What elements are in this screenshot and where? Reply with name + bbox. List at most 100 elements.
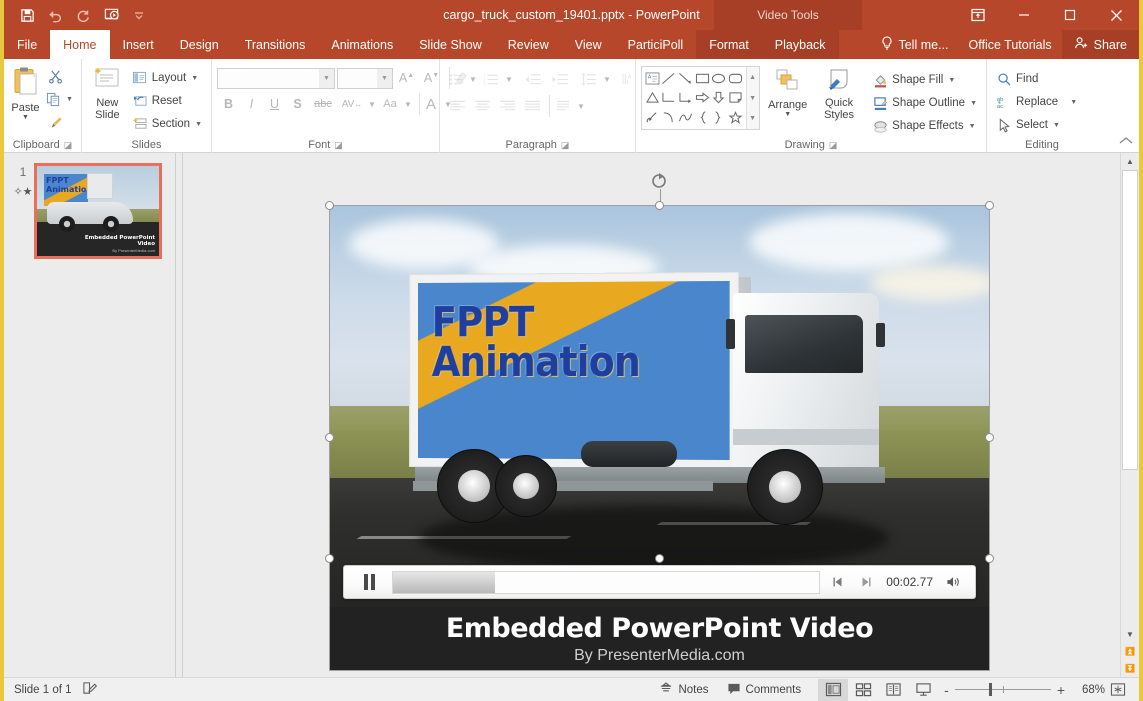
tell-me-box[interactable]: Tell me... [871, 30, 958, 59]
shape-arc[interactable] [661, 108, 678, 127]
collapse-ribbon-button[interactable] [1119, 136, 1133, 149]
shape-line[interactable] [661, 69, 678, 88]
reading-view-button[interactable] [878, 679, 908, 701]
chevron-down-icon[interactable]: ▼ [403, 93, 413, 115]
thumbnail-preview[interactable]: FPPTAnimation Embedded PowerPoint Video … [34, 163, 162, 259]
chevron-down-icon[interactable]: ▼ [504, 68, 514, 90]
zoom-in-button[interactable]: + [1057, 685, 1065, 695]
columns-button[interactable] [549, 95, 575, 117]
chevron-down-icon[interactable]: ▼ [319, 69, 334, 88]
chevron-down-icon[interactable]: ▼ [377, 69, 392, 88]
shapes-gallery[interactable]: A [641, 66, 760, 130]
font-color-button[interactable]: A [419, 93, 442, 115]
tab-slide-show[interactable]: Slide Show [406, 30, 495, 59]
chevron-down-icon[interactable]: ▼ [468, 68, 478, 90]
tab-format[interactable]: Format [696, 30, 762, 59]
save-icon[interactable] [14, 3, 40, 27]
present-icon[interactable] [98, 3, 124, 27]
ribbon-display-options-icon[interactable] [955, 0, 1001, 30]
scroll-down-icon[interactable]: ▼ [1121, 626, 1139, 643]
bold-button[interactable]: B [217, 93, 240, 115]
tab-animations[interactable]: Animations [318, 30, 406, 59]
align-left-button[interactable] [445, 95, 469, 117]
video-playback-controls[interactable]: 00:02.77 [343, 565, 976, 599]
justify-button[interactable] [520, 95, 544, 117]
chevron-down-icon[interactable]: ▼ [784, 111, 791, 118]
shape-right-arrow[interactable] [694, 88, 711, 107]
thumbnail-item-1[interactable]: 1 ✧★ FPPTAnimation Embedded PowerPoint [4, 163, 175, 259]
comments-button[interactable]: Comments [718, 678, 811, 701]
tab-design[interactable]: Design [167, 30, 232, 59]
tab-view[interactable]: View [562, 30, 615, 59]
chevron-down-icon[interactable]: ▼ [66, 96, 73, 103]
dialog-launcher-icon[interactable]: ◪ [561, 137, 570, 153]
bullets-button[interactable] [445, 68, 467, 90]
shape-elbow-connector[interactable] [661, 88, 678, 107]
slide-canvas[interactable]: FPPT Animation [329, 205, 990, 671]
chevron-down-icon[interactable]: ▼ [602, 68, 612, 90]
shape-rounded-rectangle[interactable] [727, 69, 744, 88]
copy-button[interactable]: ▼ [42, 88, 76, 110]
chevron-down-icon[interactable]: ▼ [969, 123, 976, 130]
format-painter-button[interactable] [42, 111, 68, 133]
increase-indent-button[interactable] [546, 68, 572, 90]
chevron-down-icon[interactable] [126, 3, 152, 27]
slide-editing-stage[interactable]: FPPT Animation [176, 153, 1120, 677]
maximize-icon[interactable] [1047, 0, 1093, 30]
move-back-button[interactable] [826, 576, 852, 588]
tab-file[interactable]: File [4, 30, 50, 59]
pane-divider[interactable] [182, 153, 183, 677]
reset-button[interactable]: Reset [128, 90, 206, 112]
volume-icon[interactable] [941, 575, 967, 589]
dialog-launcher-icon[interactable]: ◪ [829, 137, 838, 153]
chevron-down-icon[interactable]: ▼ [1053, 122, 1060, 129]
shape-arrow[interactable] [677, 69, 694, 88]
slide-sorter-view-button[interactable] [848, 679, 878, 701]
chevron-down-icon[interactable]: ▼ [22, 114, 29, 121]
shape-outline-button[interactable]: Shape Outline ▼ [868, 92, 981, 114]
scroll-up-icon[interactable]: ▲ [1121, 153, 1139, 170]
slide-indicator[interactable]: Slide 1 of 1 [14, 684, 72, 696]
shape-fill-button[interactable]: Shape Fill ▼ [868, 69, 981, 91]
shape-right-brace[interactable] [710, 108, 727, 127]
previous-slide-icon[interactable]: ⏫ [1121, 643, 1139, 660]
next-slide-icon[interactable]: ⏬ [1121, 660, 1139, 677]
chevron-down-icon[interactable]: ▼ [948, 77, 955, 84]
dialog-launcher-icon[interactable]: ◪ [334, 137, 343, 153]
chevron-down-icon[interactable]: ▼ [970, 100, 977, 107]
shape-scribble[interactable] [644, 108, 661, 127]
video-progress-bar[interactable] [392, 571, 820, 594]
zoom-out-button[interactable]: - [944, 685, 949, 695]
notes-button[interactable]: Notes [650, 678, 717, 701]
gallery-more-icon[interactable]: ▼ [747, 108, 759, 129]
redo-icon[interactable] [70, 3, 96, 27]
scrollbar-track[interactable] [1121, 170, 1139, 626]
shape-textbox[interactable]: A [644, 69, 661, 88]
paste-button[interactable]: Paste ▼ [9, 64, 42, 121]
shape-down-arrow[interactable] [710, 88, 727, 107]
notes-page-icon[interactable] [82, 681, 98, 699]
italic-button[interactable]: I [240, 93, 263, 115]
shape-folded-corner[interactable] [727, 88, 744, 107]
section-button[interactable]: Section ▼ [128, 113, 206, 135]
zoom-knob[interactable] [989, 683, 992, 696]
zoom-level[interactable]: 68% [1071, 684, 1105, 696]
tab-insert[interactable]: Insert [110, 30, 167, 59]
cut-button[interactable] [42, 65, 68, 87]
replace-button[interactable]: abac Replace ▼ [992, 91, 1081, 113]
chevron-down-icon[interactable]: ▼ [195, 121, 202, 128]
share-button[interactable]: Share [1062, 30, 1139, 59]
align-center-button[interactable] [470, 95, 494, 117]
shape-triangle[interactable] [644, 88, 661, 107]
move-forward-button[interactable] [852, 576, 878, 588]
strikethrough-button[interactable]: abc [309, 93, 337, 115]
numbering-button[interactable]: 123 [479, 68, 503, 90]
slide-show-view-button[interactable] [908, 679, 938, 701]
close-icon[interactable] [1093, 0, 1139, 30]
slide-thumbnail-pane[interactable]: 1 ✧★ FPPTAnimation Embedded PowerPoint [4, 153, 176, 677]
underline-button[interactable]: U [263, 93, 286, 115]
minimize-icon[interactable] [1001, 0, 1047, 30]
normal-view-button[interactable] [818, 679, 848, 701]
tab-playback[interactable]: Playback [762, 30, 839, 59]
undo-icon[interactable] [42, 3, 68, 27]
